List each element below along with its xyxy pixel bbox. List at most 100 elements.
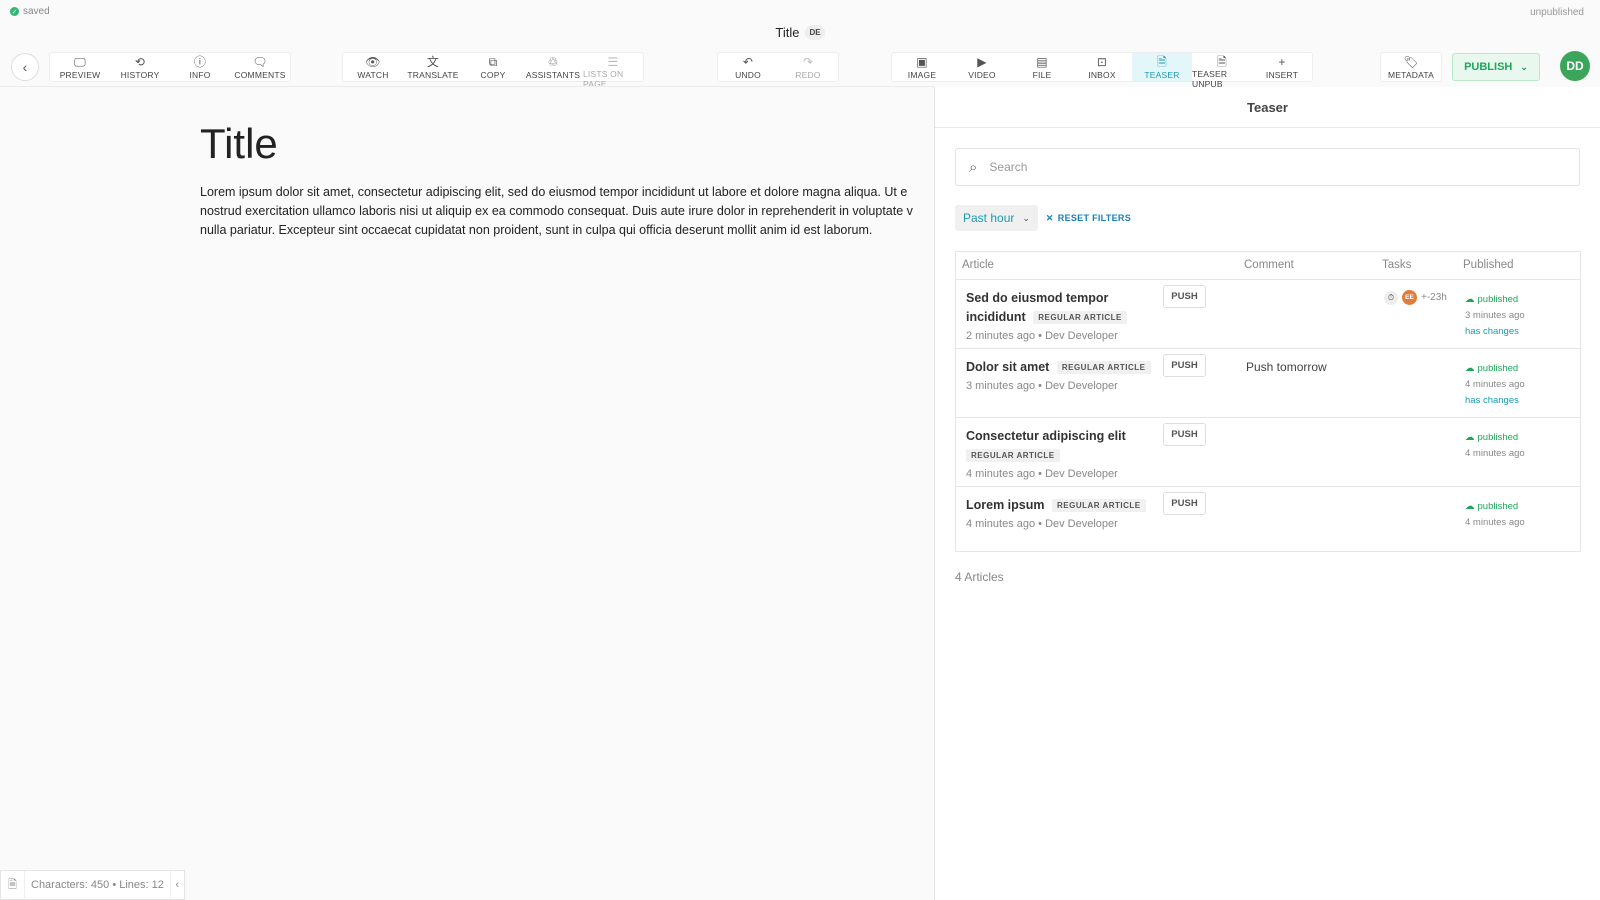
preview-button[interactable]: 🖵 PREVIEW	[50, 53, 110, 81]
lists-on-page-button[interactable]: ☰ LISTS ON PAGE	[583, 53, 643, 90]
toolbar-button-label: HISTORY	[120, 70, 160, 80]
collapse-stats-button[interactable]: ‹	[169, 871, 184, 899]
article-heading[interactable]: Title	[200, 120, 278, 168]
metadata-button[interactable]: 🏷 METADATA	[1381, 53, 1441, 81]
cloud-icon: ☁	[1465, 294, 1475, 305]
article-type-badge: REGULAR ARTICLE	[1051, 499, 1146, 513]
reset-filters-button[interactable]: ✕ RESET FILTERS	[1046, 213, 1131, 224]
filter-row: Past hour ⌄ ✕ RESET FILTERS	[955, 205, 1131, 231]
back-button[interactable]: ‹	[11, 53, 39, 81]
toolbar-group-view: 🖵 PREVIEW ⟲ HISTORY ⓘ INFO 🗨 COMMENTS	[49, 52, 291, 82]
table-row[interactable]: Dolor sit amet REGULAR ARTICLE 3 minutes…	[956, 349, 1580, 418]
body-line: nulla pariatur. Excepteur sint occaecat …	[200, 223, 873, 237]
toolbar-button-label: INBOX	[1088, 70, 1116, 80]
article-title[interactable]: Dolor sit amet	[966, 360, 1049, 374]
article-meta: 4 minutes ago • Dev Developer	[966, 518, 1118, 531]
time-filter-dropdown[interactable]: Past hour ⌄	[955, 205, 1038, 231]
file-button[interactable]: ▤ FILE	[1012, 53, 1072, 81]
video-button[interactable]: ▶ VIDEO	[952, 53, 1012, 81]
video-icon: ▶	[977, 55, 987, 69]
history-icon: ⟲	[134, 55, 146, 69]
insert-icon: +	[1278, 55, 1286, 69]
published-cell: ☁ published 4 minutes ago	[1465, 499, 1525, 531]
article-body[interactable]: Lorem ipsum dolor sit amet, consectetur …	[200, 183, 934, 240]
published-cell: ☁ published 3 minutes ago has changes	[1465, 292, 1525, 340]
push-button[interactable]: PUSH	[1163, 423, 1206, 446]
undo-button[interactable]: ↶ UNDO	[718, 53, 778, 81]
watch-button[interactable]: 👁 WATCH	[343, 53, 403, 81]
published-cell: ☁ published 4 minutes ago has changes	[1465, 361, 1525, 409]
copy-button[interactable]: ⧉ COPY	[463, 53, 523, 81]
image-button[interactable]: ▣ IMAGE	[892, 53, 952, 81]
inbox-button[interactable]: ⊡ INBOX	[1072, 53, 1132, 81]
teaser-button[interactable]: 🗎 TEASER	[1132, 53, 1192, 81]
comments-icon: 🗨	[252, 55, 268, 69]
published-ago: 4 minutes ago	[1465, 379, 1525, 390]
task-icon[interactable]: ⏱	[1384, 290, 1398, 305]
publish-button[interactable]: PUBLISH ⌄	[1452, 53, 1540, 81]
search-box[interactable]: ⌕	[955, 148, 1580, 186]
editor-stats: Characters: 450 • Lines: 12	[31, 879, 164, 891]
cloud-icon: ☁	[1465, 501, 1475, 512]
teaser-unpub-button[interactable]: 🗎 TEASER UNPUB	[1192, 53, 1252, 90]
article-title[interactable]: Lorem ipsum	[966, 498, 1045, 512]
push-button[interactable]: PUSH	[1163, 354, 1206, 377]
redo-button[interactable]: ↷ REDO	[778, 53, 838, 81]
close-icon: ✕	[1045, 212, 1054, 223]
language-badge[interactable]: DE	[805, 25, 825, 40]
assistants-button[interactable]: ♲ ASSISTANTS	[523, 53, 583, 81]
article-type-badge: REGULAR ARTICLE	[1033, 311, 1127, 325]
reset-filters-label: RESET FILTERS	[1057, 213, 1132, 223]
chevron-down-icon: ⌄	[1022, 212, 1030, 223]
translate-button[interactable]: 文 TRANSLATE	[403, 53, 463, 81]
history-button[interactable]: ⟲ HISTORY	[110, 53, 170, 81]
push-button[interactable]: PUSH	[1163, 285, 1206, 308]
copy-icon: ⧉	[488, 55, 498, 69]
task-assignee-avatar[interactable]: EE	[1402, 290, 1417, 305]
toolbar-button-label: UNDO	[735, 70, 761, 80]
search-icon: ⌕	[969, 158, 978, 176]
toolbar-button-label: INSERT	[1265, 70, 1299, 80]
article-meta: 4 minutes ago • Dev Developer	[966, 468, 1118, 481]
has-changes-link[interactable]: has changes	[1465, 324, 1525, 340]
toolbar-button-label: IMAGE	[907, 70, 937, 80]
user-avatar[interactable]: DD	[1560, 51, 1590, 81]
toolbar-button-label: PREVIEW	[59, 70, 101, 80]
toolbar-button-label: FILE	[1032, 70, 1052, 80]
published-ago: 3 minutes ago	[1465, 310, 1525, 321]
article-cell: Dolor sit amet REGULAR ARTICLE 3 minutes…	[966, 358, 1161, 396]
insert-button[interactable]: + INSERT	[1252, 53, 1312, 81]
article-cell: Consectetur adipiscing elit REGULAR ARTI…	[966, 427, 1161, 484]
metadata-label: METADATA	[1388, 70, 1434, 80]
document-title[interactable]: Title	[775, 25, 799, 40]
column-published[interactable]: Published	[1463, 259, 1514, 271]
has-changes-link[interactable]: has changes	[1465, 393, 1525, 409]
toolbar-group-tools: 👁 WATCH 文 TRANSLATE ⧉ COPY ♲ ASSISTANTS ☰ LISTS O…	[342, 52, 644, 90]
table-row[interactable]: Sed do eiusmod tempor incididunt REGULAR…	[956, 280, 1580, 349]
article-cell: Lorem ipsum REGULAR ARTICLE 4 minutes ag…	[966, 496, 1161, 534]
publish-state: published	[1477, 432, 1519, 443]
info-button[interactable]: ⓘ INFO	[170, 53, 230, 81]
cloud-icon: ☁	[1465, 363, 1475, 374]
table-row[interactable]: Consectetur adipiscing elit REGULAR ARTI…	[956, 418, 1580, 487]
search-input[interactable]	[989, 160, 1550, 174]
file-icon: ▤	[1036, 55, 1048, 69]
column-article[interactable]: Article	[962, 259, 994, 271]
article-meta: 3 minutes ago • Dev Developer	[966, 380, 1118, 393]
document-title-bar: Title DE	[0, 25, 1600, 40]
push-button[interactable]: PUSH	[1163, 492, 1206, 515]
toolbar-group-insert: ▣ IMAGE ▶ VIDEO ▤ FILE ⊡ INBOX 🗎 TEASER 🗎 TEASER UN…	[891, 52, 1313, 90]
body-line: nostrud exercitation ullamco laboris nis…	[200, 204, 913, 218]
article-title[interactable]: Consectetur adipiscing elit	[966, 429, 1126, 443]
column-tasks[interactable]: Tasks	[1382, 259, 1411, 271]
toolbar-button-label: VIDEO	[968, 70, 996, 80]
toolbar-group-metadata: 🏷 METADATA	[1380, 52, 1442, 82]
toolbar-button-label: ASSISTANTS	[525, 70, 581, 80]
column-comment[interactable]: Comment	[1244, 259, 1294, 271]
comments-button[interactable]: 🗨 COMMENTS	[230, 53, 290, 81]
teaser-panel: Teaser ⌕ Past hour ⌄ ✕ RESET FILTERS Art…	[934, 87, 1600, 900]
image-icon: ▣	[916, 55, 928, 69]
published-ago: 4 minutes ago	[1465, 448, 1525, 459]
editor-canvas[interactable]: Title Lorem ipsum dolor sit amet, consec…	[0, 87, 934, 900]
table-row[interactable]: Lorem ipsum REGULAR ARTICLE 4 minutes ag…	[956, 487, 1580, 556]
